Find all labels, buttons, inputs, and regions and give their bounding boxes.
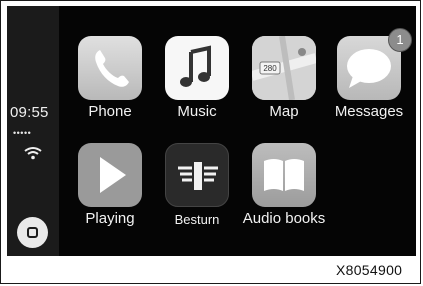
notification-badge: 1 xyxy=(388,28,412,52)
app-label: Messages xyxy=(334,103,404,120)
app-audio-books[interactable]: Audio books xyxy=(239,143,329,243)
besturn-logo-icon xyxy=(165,143,229,207)
carplay-screen: 09:55 ••••• Phone Music 280 Map 1 Messag… xyxy=(7,6,416,256)
app-label: Playing xyxy=(85,210,135,227)
home-button[interactable] xyxy=(17,217,48,248)
wifi-icon xyxy=(24,147,42,160)
app-music[interactable]: Music xyxy=(152,36,242,136)
app-label: Music xyxy=(177,103,217,120)
app-label: Audio books xyxy=(242,210,326,227)
app-label: Phone xyxy=(88,103,132,120)
music-note-icon xyxy=(165,36,229,100)
figure-frame: 09:55 ••••• Phone Music 280 Map 1 Messag… xyxy=(0,0,421,284)
status-sidebar: 09:55 ••••• xyxy=(7,6,59,256)
figure-code: X8054900 xyxy=(336,262,403,278)
app-label: Map xyxy=(269,103,299,120)
status-time: 09:55 xyxy=(10,104,49,121)
book-icon xyxy=(252,143,316,207)
phone-icon xyxy=(78,36,142,100)
map-icon: 280 xyxy=(252,36,316,100)
app-playing[interactable]: Playing xyxy=(65,143,155,243)
signal-strength-dots: ••••• xyxy=(13,128,32,138)
play-icon xyxy=(78,143,142,207)
map-route-sign: 280 xyxy=(263,64,277,73)
app-map[interactable]: 280 Map xyxy=(239,36,329,136)
app-besturn[interactable]: Besturn xyxy=(152,143,242,243)
app-phone[interactable]: Phone xyxy=(65,36,155,136)
app-label: Besturn xyxy=(174,212,220,227)
app-messages[interactable]: 1 Messages xyxy=(324,28,414,136)
home-icon xyxy=(27,227,38,238)
